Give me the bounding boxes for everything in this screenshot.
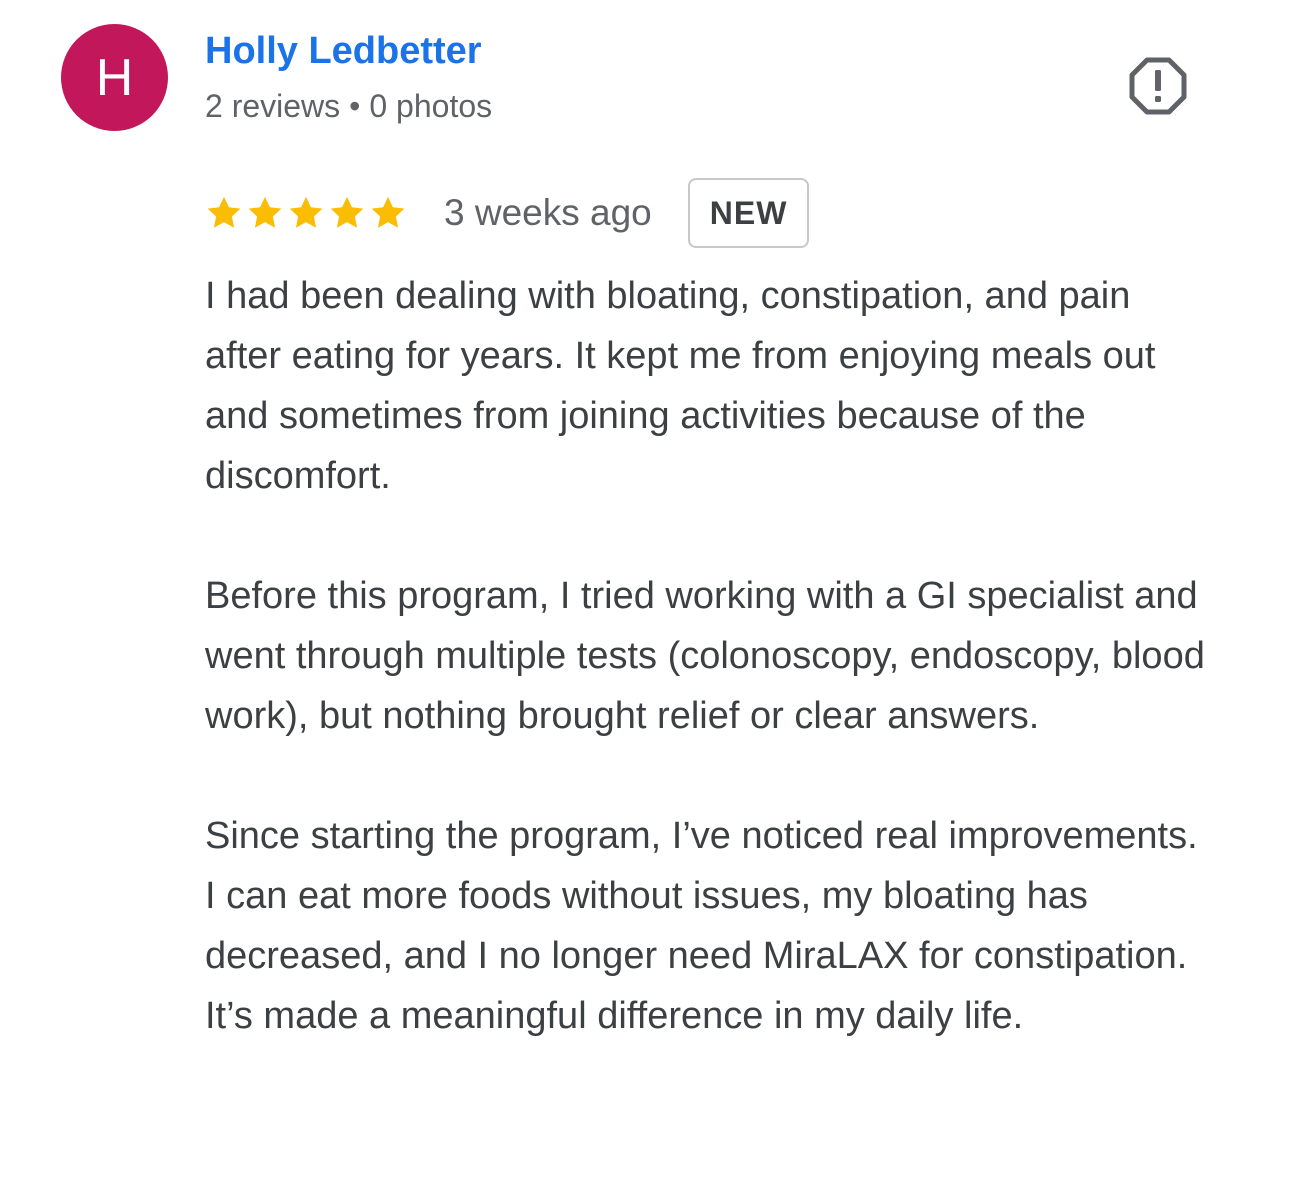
reviewer-name-link[interactable]: Holly Ledbetter: [205, 28, 482, 74]
review-time: 3 weeks ago: [444, 192, 652, 233]
star-icon: [207, 196, 241, 228]
rating-row: 3 weeks ago NEW: [205, 176, 810, 250]
avatar-initial: H: [95, 48, 134, 107]
photo-count: 0 photos: [369, 88, 493, 124]
report-flag-icon: [1129, 57, 1187, 115]
reviewer-meta: 2 reviews • 0 photos: [205, 86, 492, 126]
star-icon: [330, 196, 364, 228]
review-count: 2 reviews: [205, 88, 341, 124]
meta-separator: •: [349, 88, 361, 124]
avatar[interactable]: H: [61, 24, 168, 131]
new-badge: NEW: [687, 178, 810, 248]
report-button[interactable]: [1126, 54, 1190, 118]
star-rating: [205, 194, 410, 232]
star-icon: [289, 196, 323, 228]
star-icon: [248, 196, 282, 228]
review-paragraph: Since starting the program, I’ve noticed…: [205, 815, 1198, 1037]
review-paragraph: I had been dealing with bloating, consti…: [205, 275, 1156, 497]
star-icon: [371, 196, 405, 228]
review-text: I had been dealing with bloating, consti…: [205, 266, 1215, 1046]
review-paragraph: Before this program, I tried working wit…: [205, 575, 1205, 737]
